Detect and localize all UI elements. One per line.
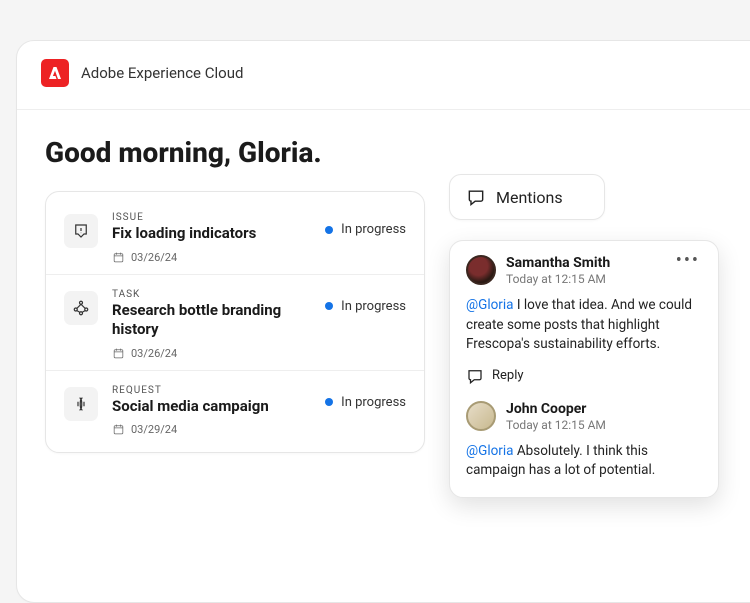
work-status-text: In progress	[341, 299, 406, 314]
mention-body: @Gloria I love that idea. And we could c…	[466, 296, 702, 355]
mention-at[interactable]: @Gloria	[466, 443, 514, 459]
app-header: Adobe Experience Cloud	[17, 41, 750, 110]
app-title: Adobe Experience Cloud	[81, 64, 243, 82]
mention-time: Today at 12:15 AM	[506, 272, 664, 286]
mention-time: Today at 12:15 AM	[506, 418, 702, 432]
work-list: ISSUE Fix loading indicators 03/26/24 In…	[45, 191, 425, 453]
mentions-label: Mentions	[496, 188, 563, 207]
avatar[interactable]	[466, 401, 496, 431]
work-date: 03/26/24	[112, 347, 313, 360]
work-title: Social media campaign	[112, 397, 313, 417]
work-status: In progress	[325, 222, 406, 237]
work-status-text: In progress	[341, 222, 406, 237]
work-type-label: TASK	[112, 289, 313, 300]
work-status: In progress	[325, 299, 406, 314]
work-date-text: 03/26/24	[131, 251, 177, 264]
status-dot-icon	[325, 398, 333, 406]
reply-button[interactable]: Reply	[466, 367, 702, 385]
mention-author: John Cooper	[506, 401, 702, 417]
work-date-text: 03/29/24	[131, 423, 177, 436]
avatar[interactable]	[466, 255, 496, 285]
work-date: 03/29/24	[112, 423, 313, 436]
greeting-text: Good morning, Gloria.	[45, 136, 750, 169]
task-icon	[64, 291, 98, 325]
work-status: In progress	[325, 395, 406, 410]
content-area: Good morning, Gloria. ISSUE Fix loading …	[17, 110, 750, 479]
mentions-panel: Samantha Smith Today at 12:15 AM ••• @Gl…	[449, 240, 719, 498]
work-type-label: REQUEST	[112, 385, 313, 396]
adobe-logo-icon	[41, 59, 69, 87]
work-title: Research bottle branding history	[112, 301, 313, 340]
more-icon[interactable]: •••	[674, 255, 702, 267]
work-status-text: In progress	[341, 395, 406, 410]
issue-icon	[64, 214, 98, 248]
status-dot-icon	[325, 302, 333, 310]
mention-body: @Gloria Absolutely. I think this campaig…	[466, 442, 702, 481]
mention-item: John Cooper Today at 12:15 AM @Gloria Ab…	[466, 401, 702, 481]
work-item[interactable]: ISSUE Fix loading indicators 03/26/24 In…	[46, 198, 424, 275]
work-date-text: 03/26/24	[131, 347, 177, 360]
status-dot-icon	[325, 226, 333, 234]
work-item[interactable]: TASK Research bottle branding history 03…	[46, 275, 424, 371]
work-title: Fix loading indicators	[112, 224, 313, 244]
mention-item: Samantha Smith Today at 12:15 AM ••• @Gl…	[466, 255, 702, 385]
work-item[interactable]: REQUEST Social media campaign 03/29/24 I…	[46, 371, 424, 447]
app-frame: Adobe Experience Cloud Good morning, Glo…	[16, 40, 750, 603]
work-type-label: ISSUE	[112, 212, 313, 223]
work-date: 03/26/24	[112, 251, 313, 264]
mentions-header[interactable]: Mentions	[449, 174, 605, 220]
reply-label: Reply	[492, 368, 524, 383]
mention-author: Samantha Smith	[506, 255, 664, 271]
mention-at[interactable]: @Gloria	[466, 297, 514, 313]
request-icon	[64, 387, 98, 421]
